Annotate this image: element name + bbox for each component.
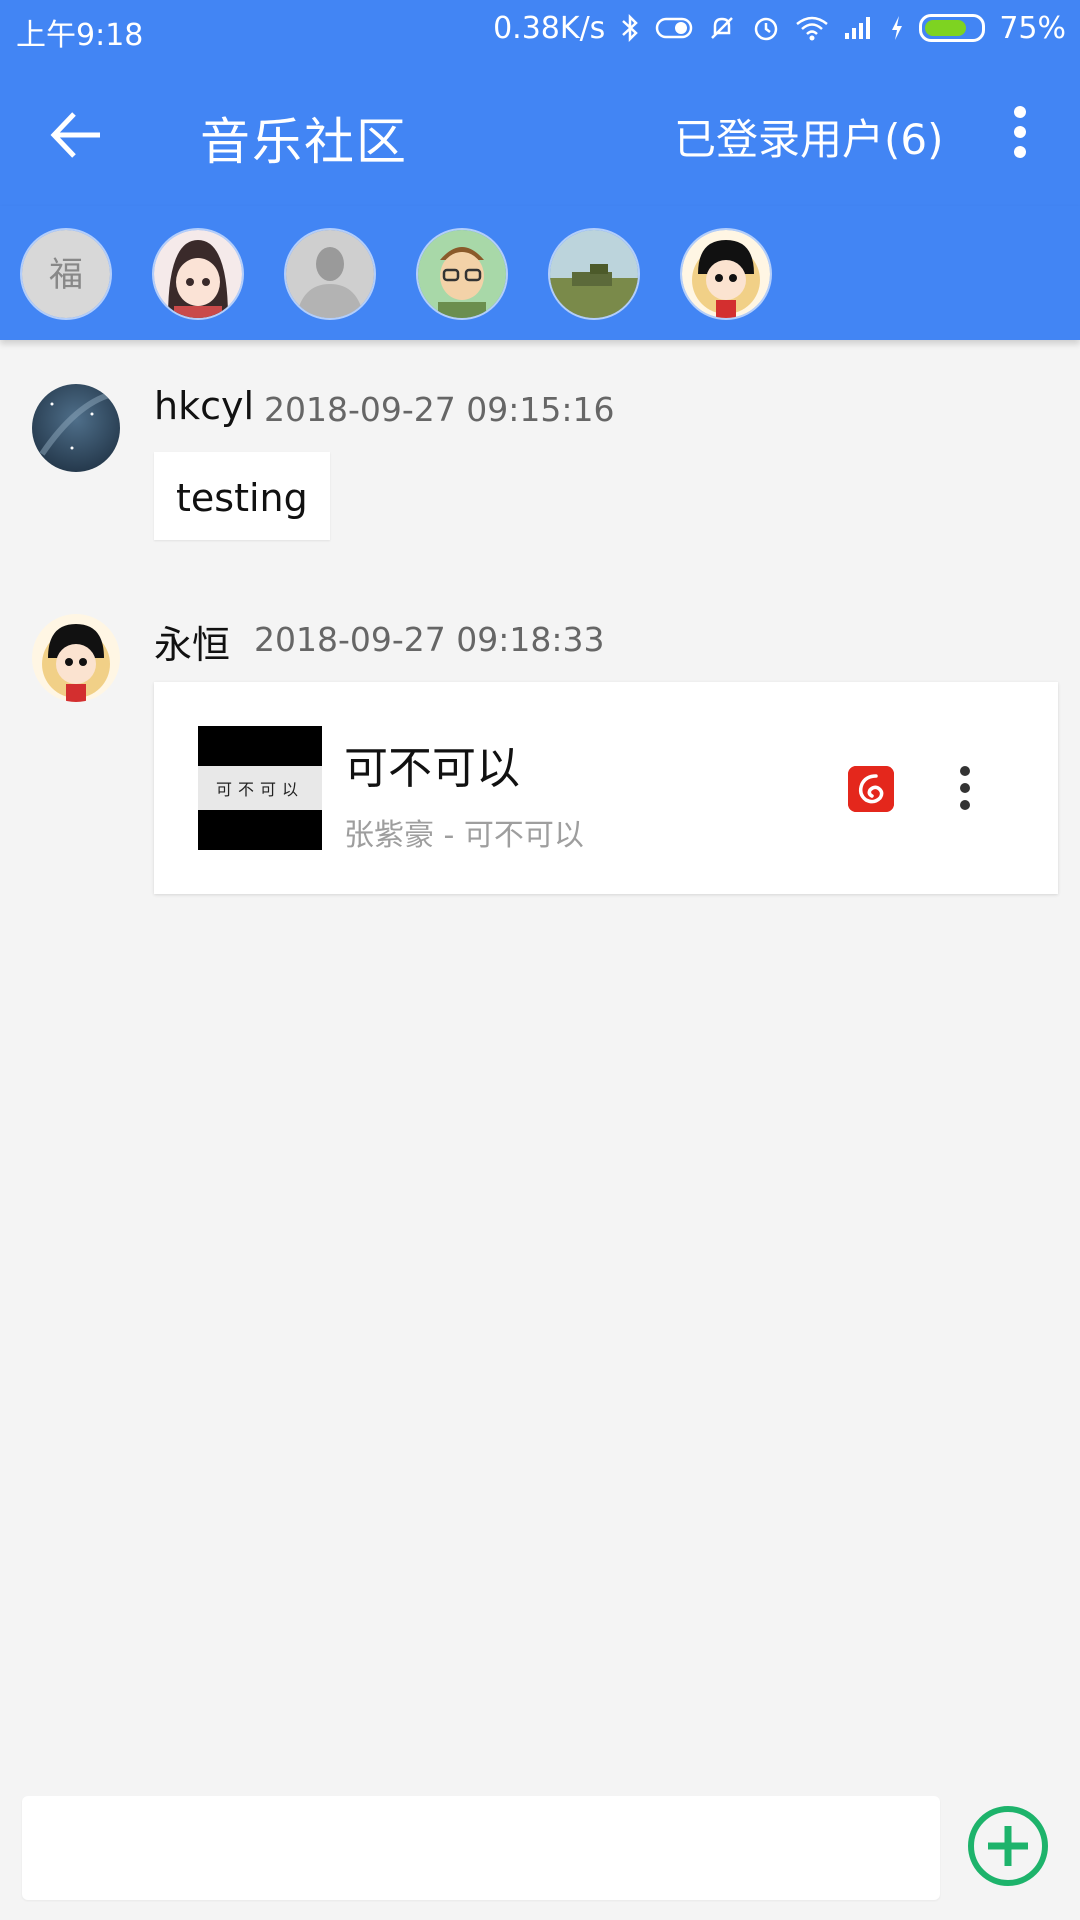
battery-icon — [919, 14, 986, 42]
avatar[interactable]: 福 — [22, 230, 110, 318]
bluetooth-icon — [622, 13, 639, 43]
logged-users-button[interactable]: 已登录用户(6) — [674, 106, 944, 167]
song-artist: 张紫豪 - 可不可以 — [344, 818, 584, 853]
avatar[interactable] — [286, 230, 374, 318]
wifi-icon — [796, 16, 829, 41]
svg-text:福: 福 — [49, 255, 83, 295]
more-vert-icon[interactable] — [950, 766, 980, 816]
message-timestamp: 2018-09-27 09:18:33 — [254, 620, 605, 659]
add-circle-icon[interactable] — [966, 1804, 1050, 1888]
alarm-icon — [755, 17, 778, 41]
album-cover: 可不可以 — [198, 726, 322, 850]
avatar[interactable] — [32, 384, 120, 472]
page-title: 音乐社区 — [200, 113, 408, 171]
battery-percent: 75% — [999, 10, 1066, 46]
arrow-left-icon[interactable] — [40, 100, 110, 170]
status-icons: 0.38K/s 75% — [493, 8, 1066, 48]
app-bar: 音乐社区 已登录用户(6) — [0, 56, 1080, 206]
album-cover-text: 可不可以 — [215, 780, 304, 799]
signal-icon — [845, 17, 871, 39]
avatar[interactable] — [154, 230, 242, 318]
online-users-strip: 福 — [0, 206, 1080, 340]
message-bubble: testing — [154, 452, 330, 540]
mute-icon — [711, 17, 734, 39]
song-card[interactable]: 可不可以 可不可以 张紫豪 - 可不可以 — [154, 682, 1058, 894]
avatar[interactable] — [550, 230, 638, 318]
status-bar: 上午9:18 0.38K/s 75% — [0, 0, 1080, 56]
avatar[interactable] — [418, 230, 506, 318]
message-input[interactable] — [22, 1796, 940, 1900]
avatar[interactable] — [682, 230, 770, 318]
message-timestamp: 2018-09-27 09:15:16 — [264, 390, 615, 429]
song-title: 可不可以 — [344, 743, 520, 794]
avatar[interactable] — [32, 614, 120, 702]
status-time: 上午9:18 — [16, 18, 144, 53]
net-speed: 0.38K/s — [493, 10, 606, 46]
message-username: 永恒 — [154, 623, 231, 667]
toggle-icon — [656, 17, 693, 39]
charging-icon — [892, 16, 903, 40]
netease-music-icon[interactable] — [848, 766, 894, 812]
more-vert-icon[interactable] — [1000, 106, 1040, 166]
message-username: hkcyl — [154, 384, 255, 428]
